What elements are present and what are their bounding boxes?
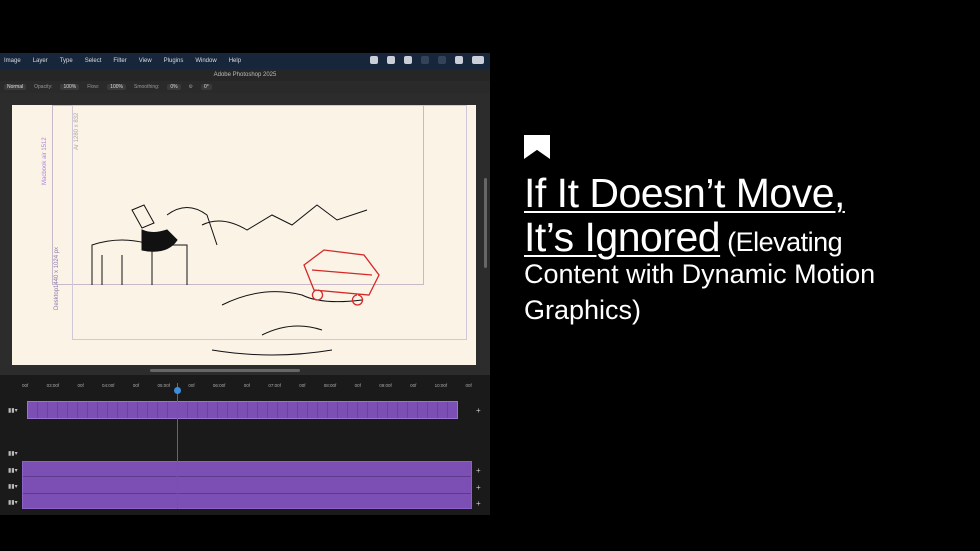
timeline-ruler[interactable]: 00f 03:00f 00f 04:00f 00f 05:00f 00f 06:00f 00f 0… xyxy=(22,383,472,395)
gear-icon[interactable]: ⚙ xyxy=(189,84,193,90)
vertical-scrollbar[interactable] xyxy=(484,178,487,268)
tick-label: 00f xyxy=(410,383,417,388)
battery-icon[interactable] xyxy=(472,56,484,64)
tick-label: 00f xyxy=(77,383,84,388)
app-icon[interactable] xyxy=(387,56,395,64)
title-link-line1[interactable]: If It Doesn’t Move, xyxy=(524,170,845,216)
menu-type[interactable]: Type xyxy=(60,58,73,64)
opacity-field[interactable]: 100% xyxy=(60,84,80,90)
add-icon[interactable]: + xyxy=(476,406,481,415)
tick-label: 00f xyxy=(188,383,195,388)
system-tray xyxy=(370,56,484,64)
flow-label: Flow: xyxy=(87,84,100,90)
playhead-line[interactable] xyxy=(177,383,178,509)
track-icon[interactable]: ▮▮▾ xyxy=(8,450,18,457)
menu-help[interactable]: Help xyxy=(229,58,241,64)
track-icon[interactable]: ▮▮▾ xyxy=(8,407,18,414)
sketch-illustration xyxy=(91,204,380,356)
menu-filter[interactable]: Filter xyxy=(113,58,126,64)
tick-label: 00f xyxy=(299,383,306,388)
add-icon[interactable]: + xyxy=(476,466,481,475)
playhead-handle[interactable] xyxy=(174,387,181,394)
track-icon[interactable]: ▮▮▾ xyxy=(8,499,18,506)
menu-select[interactable]: Select xyxy=(85,58,102,64)
subtitle-part-b: Content with Dynamic Motion Graphics) xyxy=(524,259,876,325)
timeline-track-layers[interactable] xyxy=(22,461,472,509)
menu-plugins[interactable]: Plugins xyxy=(164,58,184,64)
tick-label: 08:00f xyxy=(323,383,337,388)
display-icon[interactable] xyxy=(421,56,429,64)
menu-image[interactable]: Image xyxy=(4,58,21,64)
horizontal-scrollbar[interactable] xyxy=(150,369,300,372)
timeline-track-frames[interactable] xyxy=(27,401,458,419)
app-icon[interactable] xyxy=(404,56,412,64)
clock-icon[interactable] xyxy=(455,56,463,64)
artboard[interactable]: Macbook air 1512 Ar 1280 x 832 Desktop14… xyxy=(12,105,476,365)
tick-label: 07:00f xyxy=(268,383,281,388)
tick-label: 10:00f xyxy=(434,383,448,388)
opacity-label: Opacity: xyxy=(34,84,53,90)
menu-window[interactable]: Window xyxy=(195,58,216,64)
menu-layer[interactable]: Layer xyxy=(33,58,48,64)
track-icon[interactable]: ▮▮▾ xyxy=(8,467,18,474)
title-link-line2[interactable]: It’s Ignored xyxy=(524,214,721,260)
tick-label: 05:00f xyxy=(157,383,170,388)
bookmark-icon[interactable] xyxy=(524,135,550,159)
track-icon[interactable]: ▮▮▾ xyxy=(8,483,18,490)
tick-label: 06:00f xyxy=(212,383,226,388)
tick-label: 00f xyxy=(132,383,140,388)
angle-field[interactable]: 0° xyxy=(201,84,212,90)
tick-label: 09:00f xyxy=(379,383,392,388)
tick-label: 03:00f xyxy=(46,383,60,388)
tick-label: 00f xyxy=(354,383,361,388)
photoshop-window: Image Layer Type Select Filter View Plug… xyxy=(0,53,490,515)
window-title: Adobe Photoshop 2025 xyxy=(0,69,490,81)
bluetooth-icon[interactable] xyxy=(438,56,446,64)
timeline-panel: 00f 03:00f 00f 04:00f 00f 05:00f 00f 06:00f 00f 0… xyxy=(0,375,490,515)
car-sketch xyxy=(303,249,380,306)
add-icon[interactable]: + xyxy=(476,483,481,492)
record-icon[interactable] xyxy=(370,56,378,64)
mode-select[interactable]: Normal xyxy=(4,84,27,90)
article-title: If It Doesn’t Move, It’s Ignored (Elevat… xyxy=(524,171,944,260)
tick-label: 00f xyxy=(243,383,251,388)
menu-view[interactable]: View xyxy=(139,58,152,64)
article-header: If It Doesn’t Move, It’s Ignored (Elevat… xyxy=(524,135,944,328)
tick-label: 00f xyxy=(22,383,29,388)
subtitle-part-a: (Elevating xyxy=(720,227,843,257)
smoothing-field[interactable]: 0% xyxy=(167,84,181,90)
flow-field[interactable]: 100% xyxy=(107,84,127,90)
add-icon[interactable]: + xyxy=(476,499,481,508)
canvas-area[interactable]: Macbook air 1512 Ar 1280 x 832 Desktop14… xyxy=(0,93,490,375)
tick-label: 04:00f xyxy=(102,383,115,388)
tick-label: 00f xyxy=(465,383,472,388)
menu-bar: Image Layer Type Select Filter View Plug… xyxy=(0,53,490,69)
smoothing-label: Smoothing: xyxy=(134,84,160,90)
options-bar: Normal Opacity: 100% Flow: 100% Smoothin… xyxy=(0,81,490,93)
